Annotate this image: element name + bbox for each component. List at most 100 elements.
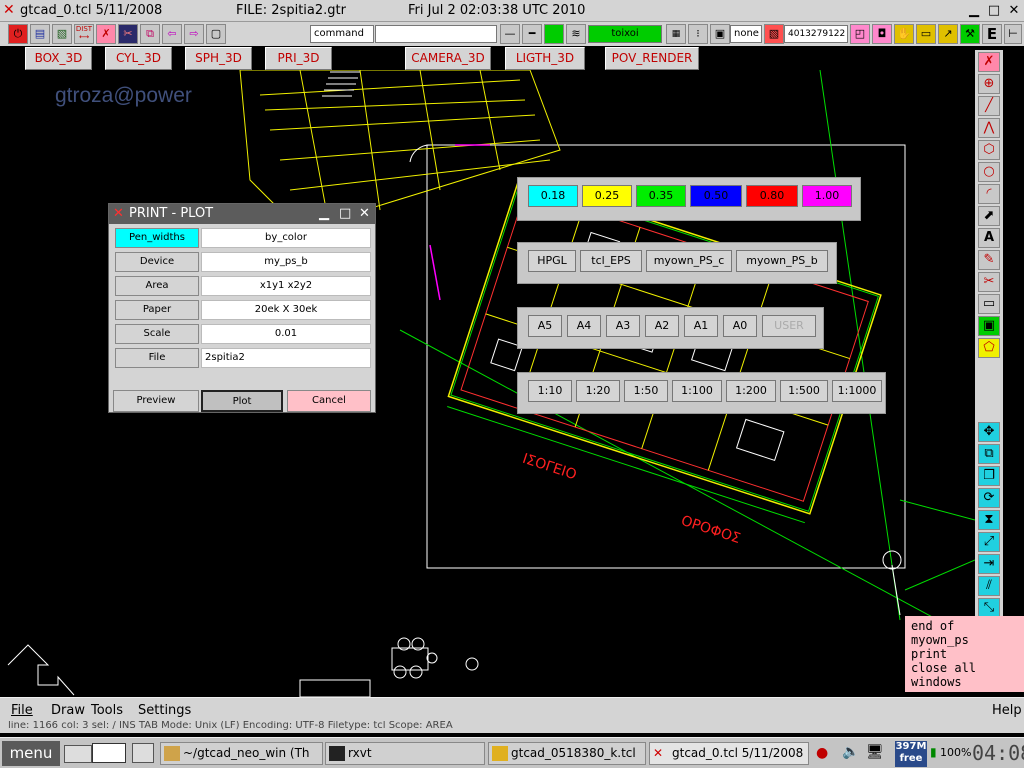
menu-settings[interactable]: Settings	[138, 703, 191, 718]
device-myown-ps-c-button[interactable]: myown_PS_c	[646, 250, 732, 272]
grid-icon[interactable]: ⁝	[688, 24, 708, 44]
dialog-close-icon[interactable]: ✕	[359, 204, 370, 224]
scale-icon[interactable]: ⤢	[978, 532, 1000, 552]
menu-help[interactable]: Help	[992, 703, 1022, 718]
cube-icon[interactable]: ▣	[978, 316, 1000, 336]
offset-icon[interactable]: ⫽	[978, 576, 1000, 596]
task-rxvt[interactable]: rxvt	[325, 742, 485, 765]
camera-3d-button[interactable]: CAMERA_3D	[405, 47, 491, 70]
close-icon[interactable]: ✕	[1006, 3, 1022, 19]
scale-1-10-button[interactable]: 1:10	[528, 380, 572, 402]
hatch-red-icon[interactable]: ▧	[764, 24, 784, 44]
stretch-icon[interactable]: ⤡	[978, 598, 1000, 618]
tools-icon[interactable]: ⚒	[960, 24, 980, 44]
hatch-pattern-icon[interactable]: ▦	[666, 24, 686, 44]
arc-icon[interactable]: ◜	[978, 184, 1000, 204]
paper-a3-button[interactable]: A3	[606, 315, 640, 337]
pen-width-018[interactable]: 0.18	[528, 185, 578, 207]
redo-arrow-icon[interactable]: ⇨	[184, 24, 204, 44]
show-desktop-icon[interactable]	[64, 745, 92, 763]
layer-name-field[interactable]: toixoi	[588, 25, 662, 43]
dist-button[interactable]: DIST ⟷	[74, 24, 94, 44]
area-button[interactable]: Area	[115, 276, 199, 296]
paper-user-button[interactable]: USER	[762, 315, 816, 337]
layers-stack-icon[interactable]: ≋	[566, 24, 586, 44]
task-gtcad-k[interactable]: gtcad_0518380_k.tcl	[488, 742, 646, 765]
file-name-input[interactable]: 2spitia2	[201, 348, 371, 368]
paper-a2-button[interactable]: A2	[645, 315, 679, 337]
text-e-button[interactable]: E	[982, 24, 1002, 44]
pen-widths-value[interactable]: by_color	[201, 228, 371, 248]
cut-icon[interactable]: ✂	[118, 24, 138, 44]
open-file-icon[interactable]: ▤	[30, 24, 50, 44]
coordinate-field[interactable]: 4013279122	[784, 25, 848, 43]
snap-icon[interactable]: ▣	[710, 24, 730, 44]
polyline-icon[interactable]: ⋀	[978, 118, 1000, 138]
file-button[interactable]: File	[115, 348, 199, 368]
circle-icon[interactable]: ○	[978, 162, 1000, 182]
pen-width-080[interactable]: 0.80	[746, 185, 798, 207]
menu-tools[interactable]: Tools	[91, 703, 123, 718]
pen-width-100[interactable]: 1.00	[802, 185, 852, 207]
app-close-x-icon[interactable]: ✕	[3, 2, 15, 18]
device-tcl-eps-button[interactable]: tcl_EPS	[580, 250, 642, 272]
rectangle-icon[interactable]: ▭	[978, 294, 1000, 314]
display-icon[interactable]: 🖥	[866, 744, 884, 760]
device-hpgl-button[interactable]: HPGL	[528, 250, 576, 272]
pen-width-050[interactable]: 0.50	[690, 185, 742, 207]
pen-width-035[interactable]: 0.35	[636, 185, 686, 207]
text-a-icon[interactable]: A	[978, 228, 1000, 248]
device-myown-ps-b-button[interactable]: myown_PS_b	[736, 250, 828, 272]
save-file-icon[interactable]: ▧	[52, 24, 72, 44]
text-edit-icon[interactable]: ✎	[978, 250, 1000, 270]
pan-view-icon[interactable]: ◰	[850, 24, 870, 44]
line-draw-icon[interactable]: ╱	[978, 96, 1000, 116]
paper-button[interactable]: Paper	[115, 300, 199, 320]
window-title-bar[interactable]: ✕ gtcad_0.tcl 5/11/2008 FILE: 2spitia2.g…	[0, 0, 1024, 22]
pri-3d-button[interactable]: PRI_3D	[265, 47, 332, 70]
hand-icon[interactable]: ✋	[894, 24, 914, 44]
scale-1-200-button[interactable]: 1:200	[726, 380, 776, 402]
copy-objects-icon[interactable]: ⧉	[978, 444, 1000, 464]
paper-a0-button[interactable]: A0	[723, 315, 757, 337]
arrow-dimension-icon[interactable]: ⬈	[978, 206, 1000, 226]
mirror-icon[interactable]: ⧗	[978, 510, 1000, 530]
line-thick-icon[interactable]: ━	[522, 24, 542, 44]
delete-x-icon[interactable]: ✗	[978, 52, 1000, 72]
workspace-1[interactable]	[92, 743, 126, 763]
polygon-icon[interactable]: ⬡	[978, 140, 1000, 160]
cyl-3d-button[interactable]: CYL_3D	[105, 47, 172, 70]
layer-color-swatch[interactable]	[544, 24, 564, 44]
delete-icon[interactable]: ✗	[96, 24, 116, 44]
ruler-icon[interactable]: ⊢	[1004, 24, 1022, 44]
pov-render-button[interactable]: POV_RENDER	[605, 47, 699, 70]
line-thin-icon[interactable]: —	[500, 24, 520, 44]
volume-icon[interactable]: 🔈	[842, 744, 859, 760]
undo-arrow-icon[interactable]: ⇦	[162, 24, 182, 44]
paper-a1-button[interactable]: A1	[684, 315, 718, 337]
scale-button[interactable]: Scale	[115, 324, 199, 344]
workspace-2[interactable]	[132, 743, 154, 763]
plot-button[interactable]: Plot	[201, 390, 283, 412]
paper-a4-button[interactable]: A4	[567, 315, 601, 337]
zoom-window-icon[interactable]: ▢	[206, 24, 226, 44]
menu-draw[interactable]: Draw	[51, 703, 85, 718]
duplicate-icon[interactable]: ❐	[978, 466, 1000, 486]
task-gtcad-main[interactable]: ✕ gtcad_0.tcl 5/11/2008	[649, 742, 809, 765]
task-file-manager[interactable]: ~/gtcad_neo_win (Th	[160, 742, 323, 765]
scale-1-20-button[interactable]: 1:20	[576, 380, 620, 402]
menu-file[interactable]: File	[11, 703, 33, 718]
trim-icon[interactable]: ✂	[978, 272, 1000, 292]
cancel-button[interactable]: Cancel	[287, 390, 371, 412]
rotate-icon[interactable]: ⟳	[978, 488, 1000, 508]
polygon-yellow-icon[interactable]: ⬠	[978, 338, 1000, 358]
sph-3d-button[interactable]: SPH_3D	[185, 47, 252, 70]
scale-value[interactable]: 0.01	[201, 324, 371, 344]
minimize-icon[interactable]: ▁	[966, 3, 982, 19]
start-menu-button[interactable]: menu	[2, 741, 60, 766]
linetype-field[interactable]: none	[730, 25, 762, 43]
dialog-maximize-icon[interactable]: □	[339, 204, 351, 224]
device-button[interactable]: Device	[115, 252, 199, 272]
dialog-minimize-icon[interactable]: ▁	[319, 204, 329, 224]
dialog-title-bar[interactable]: ✕ PRINT - PLOT ▁ □ ✕	[109, 204, 375, 224]
